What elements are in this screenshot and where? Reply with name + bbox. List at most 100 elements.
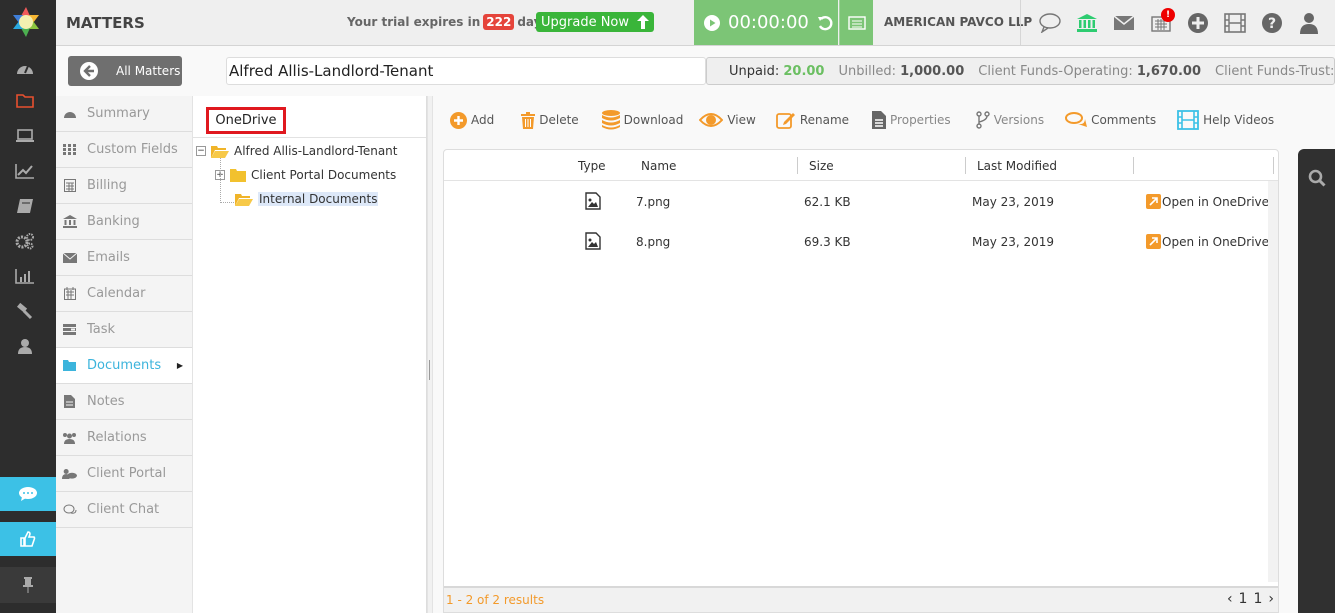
column-name[interactable]: Name: [641, 159, 676, 173]
documents-toolbar: Add Delete Download View Rename Properti…: [450, 108, 1291, 132]
panel-splitter[interactable]: [427, 96, 433, 613]
all-matters-button[interactable]: All Matters: [68, 56, 182, 86]
chat-icon[interactable]: [0, 477, 56, 511]
mail-icon[interactable]: [1105, 11, 1142, 35]
column-type[interactable]: Type: [578, 159, 606, 173]
pager: ‹ 1 1 ›: [1227, 591, 1274, 607]
nav-custom-fields[interactable]: Custom Fields: [56, 132, 192, 168]
file-icon: [872, 111, 887, 129]
nav-documents[interactable]: Documents ▶: [56, 348, 192, 384]
unpaid-value: 20.00: [783, 63, 825, 79]
column-size[interactable]: Size: [809, 159, 834, 173]
nav-billing[interactable]: Billing: [56, 168, 192, 204]
user-icon[interactable]: [1290, 11, 1327, 35]
search-side-panel: [1298, 149, 1335, 613]
mail-icon: [62, 252, 77, 263]
thumbs-up-icon[interactable]: [0, 522, 56, 556]
nav-calendar[interactable]: Calendar: [56, 276, 192, 312]
download-button[interactable]: Download: [601, 110, 683, 130]
table-row[interactable]: 7.png 62.1 KB May 23, 2019 Open in OneDr…: [444, 181, 1278, 221]
app-logo[interactable]: [10, 6, 42, 38]
bank-icon: [62, 215, 77, 228]
calendar-icon[interactable]: !: [1142, 7, 1179, 35]
app-rail: [0, 0, 56, 613]
file-name[interactable]: 8.png: [636, 235, 670, 249]
delete-button[interactable]: Delete: [521, 111, 579, 129]
bar-chart-icon[interactable]: [14, 266, 36, 286]
gavel-icon[interactable]: [14, 301, 36, 321]
upgrade-now-button[interactable]: Upgrade Now: [536, 12, 654, 32]
view-button[interactable]: View: [699, 112, 756, 128]
users-icon: [62, 432, 77, 444]
file-size: 69.3 KB: [804, 235, 851, 249]
file-name[interactable]: 7.png: [636, 195, 670, 209]
dashboard-icon[interactable]: [14, 58, 36, 78]
user-icon[interactable]: [14, 336, 36, 356]
notification-badge: !: [1161, 7, 1175, 22]
grid-scrollbar[interactable]: [1268, 181, 1278, 582]
branch-icon: [975, 111, 990, 129]
rename-button[interactable]: Rename: [775, 111, 849, 129]
play-icon[interactable]: [704, 14, 720, 31]
open-in-onedrive-link[interactable]: Open in OneDrive: [1146, 234, 1269, 249]
plus-circle-icon[interactable]: [1179, 11, 1216, 35]
timesheet-button[interactable]: [839, 0, 873, 45]
portal-icon: [62, 468, 77, 480]
table-row[interactable]: 8.png 69.3 KB May 23, 2019 Open in OneDr…: [444, 221, 1278, 261]
plus-circle-icon: [450, 111, 467, 129]
task-icon: [62, 324, 77, 335]
operating-funds-value: 1,670.00: [1136, 63, 1202, 79]
nav-relations[interactable]: Relations: [56, 420, 192, 456]
folder-icon[interactable]: [14, 91, 36, 111]
lightbulb-icon[interactable]: [1327, 11, 1335, 35]
book-icon[interactable]: [14, 196, 36, 216]
properties-button[interactable]: Properties: [872, 111, 951, 129]
nav-banking[interactable]: Banking: [56, 204, 192, 240]
versions-button[interactable]: Versions: [975, 111, 1044, 129]
timer-widget: 00:00:00: [694, 0, 838, 45]
chat-bubble-icon[interactable]: [1031, 11, 1068, 35]
unbilled-value: 1,000.00: [900, 63, 965, 79]
gears-icon[interactable]: [14, 231, 36, 251]
prev-page-icon[interactable]: ‹: [1227, 591, 1233, 607]
bank-icon[interactable]: [1068, 11, 1105, 35]
nav-task[interactable]: Task: [56, 312, 192, 348]
add-button[interactable]: Add: [450, 111, 494, 129]
next-page-icon[interactable]: ›: [1268, 591, 1274, 607]
matter-name-field[interactable]: [226, 57, 706, 85]
tree-node-client-portal[interactable]: + Client Portal Documents: [215, 168, 396, 182]
search-icon[interactable]: [1308, 169, 1326, 187]
nav-client-chat[interactable]: Client Chat: [56, 492, 192, 528]
line-chart-icon[interactable]: [14, 161, 36, 181]
help-videos-button[interactable]: Help Videos: [1177, 110, 1274, 130]
nav-summary[interactable]: Summary: [56, 96, 192, 132]
nav-client-portal[interactable]: Client Portal: [56, 456, 192, 492]
top-header: MATTERS Your trial expires in222days. Up…: [56, 0, 1335, 46]
header-icons: ! ?: [1020, 0, 1335, 45]
edit-icon: [775, 113, 795, 129]
nav-emails[interactable]: Emails: [56, 240, 192, 276]
file-size: 62.1 KB: [804, 195, 851, 209]
svg-text:?: ?: [1267, 16, 1275, 32]
tab-onedrive[interactable]: OneDrive: [206, 107, 286, 134]
comments-button[interactable]: Comments: [1065, 112, 1156, 128]
open-in-onedrive-link[interactable]: Open in OneDrive: [1146, 194, 1269, 209]
collapse-toggle[interactable]: −: [196, 146, 206, 156]
nav-notes[interactable]: Notes: [56, 384, 192, 420]
caret-right-icon: ▶: [176, 361, 183, 370]
timer-display: 00:00:00: [728, 12, 809, 33]
tree-root-node[interactable]: − Alfred Allis-Landlord-Tenant: [196, 144, 398, 158]
laptop-icon[interactable]: [14, 126, 36, 146]
list-icon: [847, 15, 866, 30]
external-link-icon: [1146, 194, 1161, 209]
calendar-icon: [62, 287, 77, 300]
pin-icon[interactable]: [0, 567, 56, 603]
column-last-modified[interactable]: Last Modified: [977, 159, 1057, 173]
reset-icon[interactable]: [817, 15, 833, 31]
trash-icon: [521, 111, 536, 129]
film-icon[interactable]: [1216, 11, 1253, 35]
file-modified: May 23, 2019: [972, 195, 1055, 209]
tree-node-internal[interactable]: Internal Documents: [235, 192, 379, 206]
current-page[interactable]: 1: [1239, 591, 1248, 607]
help-icon[interactable]: ?: [1253, 11, 1290, 35]
